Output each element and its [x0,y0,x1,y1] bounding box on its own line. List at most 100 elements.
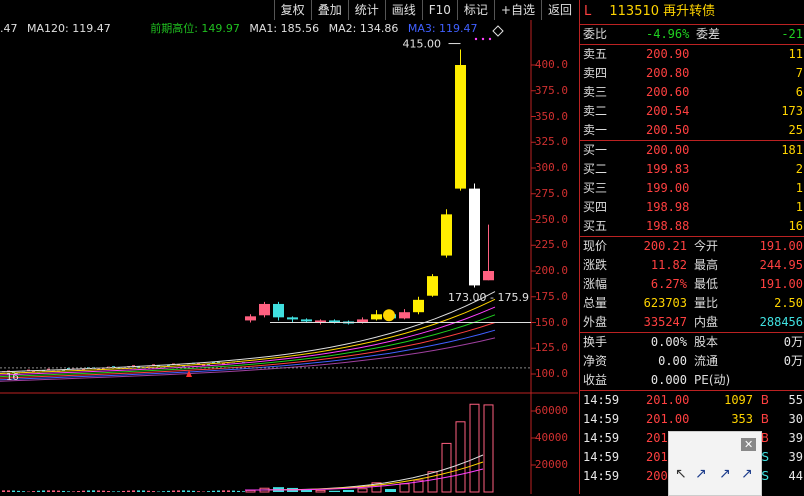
toolbar-button-7[interactable]: 返回 [541,0,578,20]
bid-label: 买四 [583,198,607,217]
ray-tool-icon[interactable]: ↗ [719,466,731,482]
line-tool-icon[interactable]: ↗ [695,466,707,482]
tick-volume: 353 [731,410,753,429]
volume-bar [182,490,185,492]
volume-bar [17,491,20,492]
volume-bar [37,491,40,492]
stat-row: 外盘335247内盘288456 [580,313,804,332]
volume-ma-curve-2 [245,469,483,490]
stat-label: 涨跌 [583,256,607,275]
stat-label: 现价 [583,237,607,256]
fund-value: 0万 [784,333,803,352]
ma3-label: MA3: 119.47 [408,22,478,35]
high-annotation: 415.00 [403,38,442,51]
ask-volume: 7 [796,64,803,83]
ask-price: 200.80 [646,64,689,83]
volume-bar [187,491,190,492]
volume-axis-label: 20000 [535,458,568,471]
toolbar-button-5[interactable]: 标记 [457,0,494,20]
volume-bar [142,490,145,492]
bid-row: 买三199.001 [580,179,804,198]
bid-row: 买二199.832 [580,160,804,179]
market-mark: L [584,4,591,19]
ask-row: 卖二200.54173 [580,102,804,121]
toolbar-button-3[interactable]: 画线 [385,0,422,20]
tick-price: 201 [646,448,668,467]
tick-price: 201.00 [646,410,689,429]
fund-label: 股本 [694,333,718,352]
ask-label: 卖一 [583,121,607,140]
ask-volume: 173 [781,102,803,121]
stat-label: 内盘 [694,313,718,332]
toolbar-button-6[interactable]: +自选 [494,0,541,20]
volume-bar [152,491,155,492]
price-axis-label: 175.0 [535,290,568,303]
tick-count: 39 [789,448,803,467]
bid-price: 199.83 [646,160,689,179]
volume-bar [227,490,230,492]
kline-candle [441,214,452,255]
close-icon[interactable]: ✕ [741,438,756,451]
diamond-icon [493,26,503,36]
fundamental-row: 净资0.00流通0万 [580,352,804,371]
ma2-label: MA2: 134.86 [329,22,399,35]
volume-bar [162,491,165,492]
kline-candle [259,304,270,315]
tick-time: 14:59 [583,467,619,486]
weicha-label: 委差 [696,25,720,44]
toolbar-button-4[interactable]: F10 [422,0,457,20]
chart-toolbar: 复权叠加统计画线F10标记+自选返回 [274,0,578,20]
volume-bar [358,489,367,492]
volume-axis-label: 60000 [535,404,568,417]
volume-bar [167,491,170,492]
fund-label: 收益 [583,371,607,390]
volume-bar [385,489,396,492]
stat-value: 191.00 [760,237,803,256]
fund-value: 0万 [784,352,803,371]
stat-label: 最低 [694,275,718,294]
bid-volume: 16 [789,217,803,236]
tick-count: 39 [789,429,803,448]
volume-bar [484,405,493,492]
prev-high-label: 前期高位: 149.97 [150,22,240,35]
volume-bar [82,491,85,492]
ask-price: 200.60 [646,83,689,102]
ask-label: 卖三 [583,83,607,102]
volume-bar [77,491,80,492]
tick-side: B [761,410,769,429]
stat-row: 涨幅6.27%最低191.00 [580,275,804,294]
price-axis-label: 250.0 [535,213,568,226]
tick-time: 14:59 [583,391,619,410]
price-axis-label: 125.0 [535,341,568,354]
kline-chart[interactable]: 415.00173.00 - 175.916 复权叠加统计画线F10标记+自选返… [0,0,578,494]
arrow-tool-icon[interactable]: ↗ [741,466,753,482]
toolbar-button-2[interactable]: 统计 [348,0,385,20]
stat-row: 总量623703量比2.50 [580,294,804,313]
volume-bar [343,490,354,492]
volume-bar [67,491,70,492]
kline-canvas[interactable]: 415.00173.00 - 175.916 [0,0,578,494]
stat-value: 335247 [644,313,687,332]
toolbar-button-1[interactable]: 叠加 [311,0,348,20]
volume-bar [22,491,25,492]
bid-price: 199.00 [646,179,689,198]
volume-bar [32,491,35,492]
bid-book: 买一200.00181买二199.832买三199.001买四198.981买五… [580,141,804,237]
drawing-tool-popup[interactable]: ↖ ↗ ↗ ↗ ✕ [668,431,762,496]
ask-volume: 6 [796,83,803,102]
kline-candle [455,65,466,189]
stat-label: 总量 [583,294,607,313]
cursor-icon: ↖ [675,466,687,482]
price-axis-label: 350.0 [535,110,568,123]
volume-bar [316,490,325,492]
weibi-value: -4.96% [646,25,689,44]
fundamental-stats: 换手0.00%股本0万净资0.00流通0万收益0.000PE(动) [580,333,804,391]
dot-marker [489,38,491,40]
toolbar-button-0[interactable]: 复权 [274,0,311,20]
volume-axis-label: 40000 [535,431,568,444]
volume-bar [52,490,55,492]
volume-bar [428,472,437,492]
stat-value: 2.50 [774,294,803,313]
ask-label: 卖五 [583,45,607,64]
ask-label: 卖二 [583,102,607,121]
